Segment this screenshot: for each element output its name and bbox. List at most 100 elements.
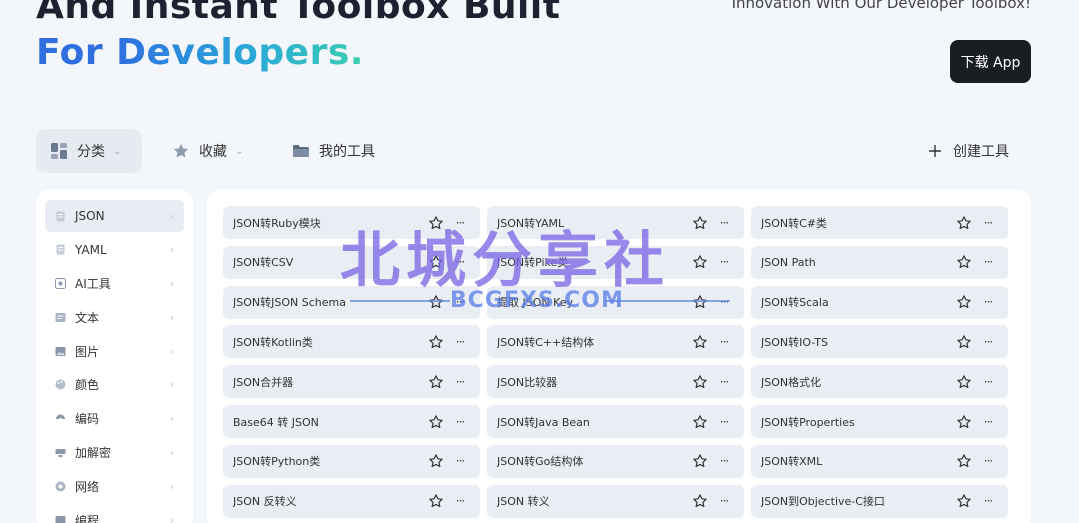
tool-card[interactable]: JSON转Kotlin类 ··· — [223, 325, 480, 359]
star-icon[interactable] — [428, 414, 444, 430]
star-icon[interactable] — [692, 294, 708, 310]
more-options-icon[interactable]: ··· — [716, 494, 732, 508]
tool-card[interactable]: JSON 反转义 ··· — [223, 484, 480, 518]
sidebar-item-label: YAML — [75, 242, 107, 257]
sidebar-item-5[interactable]: 图片 › — [45, 335, 184, 367]
more-options-icon[interactable]: ··· — [980, 454, 996, 468]
more-options-icon[interactable]: ··· — [452, 255, 468, 269]
star-icon[interactable] — [428, 254, 444, 270]
star-icon[interactable] — [692, 334, 708, 350]
favorites-dropdown[interactable]: 收藏 ⌄ — [172, 129, 243, 173]
tool-card[interactable]: JSON到Objective-C接口 ··· — [751, 484, 1008, 518]
tool-card[interactable]: 提取 JSON Key ··· — [487, 285, 744, 319]
hero-title-prefix: For — [36, 32, 117, 73]
my-tools-tab[interactable]: 我的工具 — [292, 129, 375, 173]
tool-name: JSON合并器 — [233, 375, 294, 389]
tool-card[interactable]: JSON比较器 ··· — [487, 365, 744, 399]
tool-card[interactable]: JSON转CSV ··· — [223, 245, 480, 279]
more-options-icon[interactable]: ··· — [716, 415, 732, 429]
star-icon[interactable] — [692, 374, 708, 390]
star-icon[interactable] — [956, 254, 972, 270]
tool-card[interactable]: Base64 转 JSON ··· — [223, 405, 480, 438]
tool-card[interactable]: JSON转Scala ··· — [751, 285, 1008, 319]
star-icon[interactable] — [692, 215, 708, 231]
download-app-button[interactable]: 下载 App — [950, 40, 1031, 83]
tool-card[interactable]: JSON转C++结构体 ··· — [487, 325, 744, 359]
more-options-icon[interactable]: ··· — [716, 335, 732, 349]
sidebar-item-8[interactable]: 加解密 › — [45, 437, 184, 469]
more-options-icon[interactable]: ··· — [452, 335, 468, 349]
tool-card[interactable]: JSON Path ··· — [751, 245, 1008, 279]
tool-card[interactable]: JSON转XML ··· — [751, 444, 1008, 478]
more-options-icon[interactable]: ··· — [716, 295, 732, 309]
tool-card[interactable]: JSON转YAML ··· — [487, 206, 744, 239]
more-options-icon[interactable]: ··· — [452, 494, 468, 508]
more-options-icon[interactable]: ··· — [980, 216, 996, 230]
more-options-icon[interactable]: ··· — [452, 415, 468, 429]
tool-name: Base64 转 JSON — [233, 415, 319, 429]
tool-card[interactable]: JSON转Go结构体 ··· — [487, 444, 744, 478]
sidebar-item-3[interactable]: AI工具 › — [45, 268, 184, 300]
star-icon[interactable] — [956, 414, 972, 430]
tool-card[interactable]: JSON合并器 ··· — [223, 365, 480, 399]
tool-name: JSON转Scala — [761, 296, 829, 310]
category-dropdown[interactable]: 分类 ⌄ — [36, 129, 142, 173]
more-options-icon[interactable]: ··· — [452, 295, 468, 309]
star-icon[interactable] — [428, 215, 444, 231]
star-icon[interactable] — [692, 254, 708, 270]
tool-card[interactable]: JSON转JSON Schema ··· — [223, 285, 480, 319]
tool-name: JSON转C#类 — [761, 216, 828, 230]
more-options-icon[interactable]: ··· — [452, 454, 468, 468]
more-options-icon[interactable]: ··· — [716, 255, 732, 269]
sidebar-item-9[interactable]: 网络 › — [45, 470, 184, 502]
star-icon[interactable] — [428, 374, 444, 390]
star-icon[interactable] — [692, 414, 708, 430]
star-icon[interactable] — [692, 493, 708, 509]
more-options-icon[interactable]: ··· — [452, 216, 468, 230]
star-icon[interactable] — [428, 294, 444, 310]
create-tool-button[interactable]: 创建工具 — [926, 129, 1009, 173]
star-icon[interactable] — [692, 453, 708, 469]
tool-name: JSON Path — [761, 255, 816, 269]
tool-card[interactable]: JSON转Ruby模块 ··· — [223, 206, 480, 239]
more-options-icon[interactable]: ··· — [980, 494, 996, 508]
tool-card[interactable]: JSON转Properties ··· — [751, 405, 1008, 438]
more-options-icon[interactable]: ··· — [980, 295, 996, 309]
sidebar-item-label: 编程 — [75, 513, 100, 523]
star-icon[interactable] — [956, 374, 972, 390]
sidebar-item-4[interactable]: 文本 › — [45, 301, 184, 333]
sidebar-item-2[interactable]: YAML › — [45, 234, 184, 266]
tool-card[interactable]: JSON格式化 ··· — [751, 365, 1008, 399]
tool-card[interactable]: JSON转Java Bean ··· — [487, 405, 744, 438]
more-options-icon[interactable]: ··· — [980, 335, 996, 349]
star-icon[interactable] — [956, 215, 972, 231]
more-options-icon[interactable]: ··· — [716, 375, 732, 389]
tool-card[interactable]: JSON转IO-TS ··· — [751, 325, 1008, 359]
star-icon[interactable] — [956, 294, 972, 310]
sidebar-item-7[interactable]: 编码 › — [45, 403, 184, 435]
sidebar-item-1[interactable]: JSON › — [45, 200, 184, 232]
star-icon[interactable] — [956, 453, 972, 469]
sidebar-item-10[interactable]: 编程 › — [45, 504, 184, 523]
sidebar-item-6[interactable]: 颜色 › — [45, 369, 184, 401]
more-options-icon[interactable]: ··· — [980, 255, 996, 269]
tool-card[interactable]: JSON 转义 ··· — [487, 484, 744, 518]
star-icon[interactable] — [956, 334, 972, 350]
sidebar-item-label: 加解密 — [75, 446, 112, 461]
star-icon[interactable] — [428, 493, 444, 509]
more-options-icon[interactable]: ··· — [980, 415, 996, 429]
tool-card[interactable]: JSON转Python类 ··· — [223, 444, 480, 478]
tool-card[interactable]: JSON转C#类 ··· — [751, 206, 1008, 239]
star-icon[interactable] — [956, 493, 972, 509]
create-tool-label: 创建工具 — [953, 144, 1009, 160]
plus-icon — [926, 142, 944, 160]
image-icon — [55, 346, 66, 357]
more-options-icon[interactable]: ··· — [716, 454, 732, 468]
more-options-icon[interactable]: ··· — [452, 375, 468, 389]
star-icon[interactable] — [428, 453, 444, 469]
star-icon[interactable] — [428, 334, 444, 350]
tool-card[interactable]: JSON转Pike类 ··· — [487, 245, 744, 279]
document-icon — [55, 244, 66, 255]
more-options-icon[interactable]: ··· — [980, 375, 996, 389]
more-options-icon[interactable]: ··· — [716, 216, 732, 230]
